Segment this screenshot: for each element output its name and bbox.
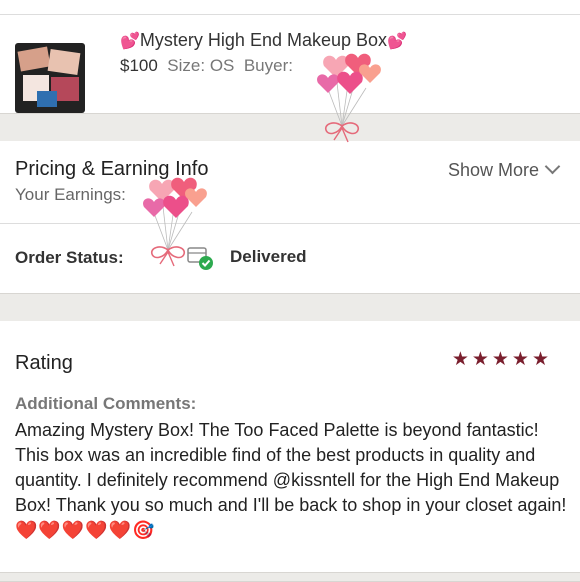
section-divider: [0, 113, 580, 142]
item-title-text: Mystery High End Makeup Box: [139, 30, 388, 50]
show-more-label: Show More: [447, 160, 539, 180]
two-hearts-icon: 💕: [120, 33, 140, 50]
pricing-title: Pricing & Earning Info: [15, 158, 209, 180]
chevron-down-icon: [544, 158, 561, 175]
size-value: OS: [209, 56, 235, 75]
buyer-label: Buyer:: [243, 56, 293, 75]
rating-title: Rating: [15, 352, 73, 374]
item-price: $100: [120, 56, 158, 75]
item-title[interactable]: 💕Mystery High End Makeup Box💕: [120, 30, 407, 51]
additional-comments-label: Additional Comments:: [15, 394, 197, 413]
order-status-label: Order Status:: [15, 248, 124, 267]
item-meta: $100 Size: OS Buyer:: [120, 56, 293, 76]
section-divider: [0, 293, 580, 322]
show-more-button[interactable]: Show More: [447, 158, 561, 181]
comment-text: Amazing Mystery Box! The Too Faced Palet…: [15, 418, 570, 543]
heart-emojis: ❤️❤️❤️❤️❤️🎯: [15, 520, 156, 540]
delivered-box-icon: [187, 247, 213, 270]
rating-section: Rating ★★★★★ Additional Comments: Amazin…: [0, 321, 580, 571]
two-hearts-icon: 💕: [387, 33, 407, 50]
section-divider: [0, 572, 580, 582]
comment-body: Amazing Mystery Box! The Too Faced Palet…: [15, 420, 567, 515]
star-rating: ★★★★★: [451, 349, 552, 370]
earnings-label: Your Earnings:: [15, 185, 126, 204]
size-label: Size:: [167, 56, 206, 75]
pricing-section: Pricing & Earning Info Your Earnings: Sh…: [0, 141, 580, 224]
order-status-section: Order Status: Delivered: [0, 224, 580, 292]
order-status-value: Delivered: [230, 247, 307, 266]
item-thumbnail[interactable]: [15, 43, 85, 113]
top-divider: [0, 0, 580, 15]
